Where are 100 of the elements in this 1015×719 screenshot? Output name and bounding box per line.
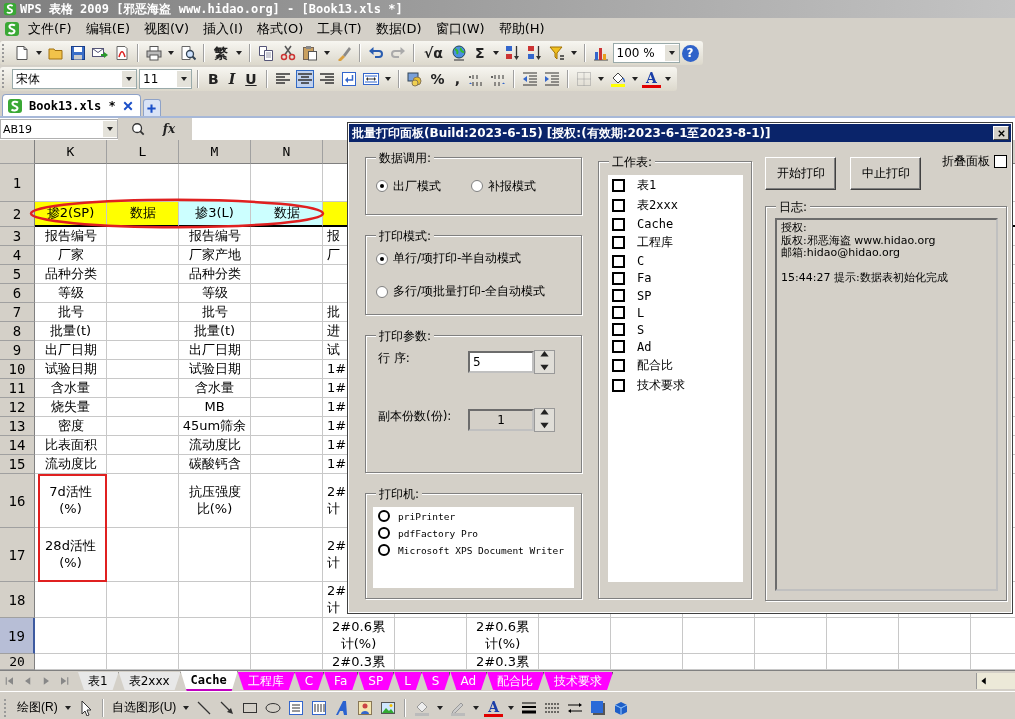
print-button[interactable]: 中止打印 [850,157,921,190]
menu-item[interactable]: 格式(O) [251,19,310,39]
magnifier-icon[interactable] [130,122,145,136]
close-button[interactable] [993,126,1009,140]
radio-button[interactable] [376,252,388,265]
cube-icon[interactable] [613,699,630,716]
column-header[interactable]: L [107,140,179,164]
radio-label[interactable]: 出厂模式 [393,177,441,195]
row-header[interactable]: 18 [0,582,35,618]
row-header[interactable]: 9 [0,341,35,360]
autoshapes-button[interactable]: 自选图形(U) [109,699,179,716]
row-header[interactable]: 17 [0,528,35,582]
row-header[interactable]: 14 [0,436,35,455]
envelope-arrow-icon[interactable] [92,45,108,61]
radio-label[interactable]: 单行/项打印-半自动模式 [393,250,522,267]
document-tab[interactable]: Book13.xls * [2,94,141,116]
checkbox-label[interactable]: 折叠面板 [942,153,990,170]
row-header[interactable]: 5 [0,265,35,284]
column-header[interactable]: M [179,140,251,164]
radio-label[interactable]: 补报模式 [488,177,536,195]
menu-item[interactable]: 编辑(E) [79,19,136,39]
checkbox[interactable] [612,199,625,213]
checkbox-label[interactable]: Fa [637,271,652,286]
checkbox[interactable] [612,236,625,250]
picture-icon[interactable] [380,699,397,716]
globe-icon[interactable] [450,45,467,61]
menu-item[interactable]: 窗口(W) [429,19,491,39]
checkbox[interactable] [612,271,625,285]
row-header[interactable]: 20 [0,654,35,670]
row-header[interactable]: 7 [0,303,35,322]
brush-icon[interactable] [336,45,352,61]
coins-icon[interactable] [406,71,423,87]
bold-button[interactable]: B [204,69,223,89]
row-header[interactable]: 6 [0,284,35,303]
sort-ascending-icon[interactable] [504,45,521,61]
row-header[interactable]: 19 [0,618,35,654]
text-box-icon[interactable] [288,699,305,716]
row-header[interactable]: 16 [0,474,35,528]
spin-buttons[interactable] [534,350,555,374]
merge-cells-icon[interactable] [362,71,379,87]
new-document-icon[interactable] [14,45,30,61]
checkbox-label[interactable]: 表1 [637,177,657,194]
vertical-text-box-icon[interactable] [311,699,328,716]
checkbox[interactable] [612,217,625,231]
sheet-tab[interactable]: 表1 [78,672,119,690]
percent-button[interactable]: % [426,69,449,89]
checkbox-label[interactable]: 工程库 [637,234,673,252]
pdf-document-icon[interactable] [114,45,130,61]
comma-button[interactable]: , [450,69,464,89]
italic-button[interactable]: I [224,69,240,89]
underline-button[interactable]: U [241,69,261,89]
font-color-button[interactable]: A [484,698,504,717]
copy-icon[interactable] [258,45,274,61]
print-button[interactable]: 开始打印 [765,157,836,190]
checkbox[interactable] [612,379,625,393]
printer-name[interactable]: pdfFactory Pro [398,527,479,539]
radio-button[interactable] [378,527,390,539]
radio-button[interactable] [378,544,390,556]
menu-item[interactable]: 帮助(H) [492,19,551,39]
checkbox[interactable] [612,289,625,303]
printer-name[interactable]: Microsoft XPS Document Writer [398,544,564,556]
checkbox[interactable] [612,340,625,354]
sort-descending-icon[interactable] [526,45,543,61]
wrap-text-icon[interactable] [340,71,357,87]
font-color-button[interactable]: A [641,70,661,88]
spin-buttons[interactable] [534,408,555,432]
zoom-dropdown[interactable]: 100 % [612,43,680,63]
row-header[interactable]: 3 [0,227,35,246]
row-header[interactable]: 10 [0,360,35,379]
row-header[interactable]: 1 [0,164,35,202]
arrow-icon[interactable] [219,699,236,716]
row-header[interactable]: 11 [0,379,35,398]
checkbox-label[interactable]: C [637,254,645,269]
scissors-icon[interactable] [280,45,296,61]
checkbox-label[interactable]: SP [637,288,652,303]
font-size-dropdown[interactable]: 11 [139,69,192,89]
folder-icon[interactable] [48,45,64,61]
draw-menu-button[interactable]: 绘图(R) [15,699,60,716]
checkbox[interactable] [612,179,625,192]
checkbox-label[interactable]: Cache [637,217,674,232]
menu-item[interactable]: 文件(F) [22,19,78,39]
indent-icon[interactable] [543,71,560,87]
printer-name[interactable]: priPrinter [398,510,456,522]
formula-button[interactable]: √α [420,43,447,63]
radio-button[interactable] [376,285,388,298]
printer-icon[interactable] [146,45,162,61]
checkbox-label[interactable]: S [637,322,645,337]
row-header[interactable]: 15 [0,455,35,474]
outdent-icon[interactable] [521,71,538,87]
line-style-icon[interactable] [521,699,538,716]
undo-icon[interactable] [368,45,384,61]
radio-button[interactable] [376,180,388,192]
paint-bucket-icon[interactable] [609,71,626,87]
app-logo-icon[interactable] [4,21,20,37]
clip-art-icon[interactable] [357,699,374,716]
floppy-icon[interactable] [70,45,86,61]
menu-item[interactable]: 工具(T) [311,19,368,39]
sheet-tab[interactable]: 表2xxx [118,672,181,690]
row-header[interactable]: 12 [0,398,35,417]
checkbox[interactable] [612,358,625,372]
